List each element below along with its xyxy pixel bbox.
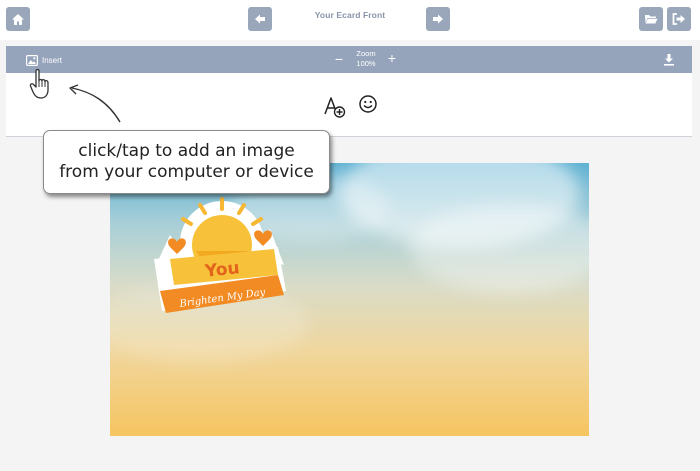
zoom-out-button[interactable]: − <box>332 52 346 66</box>
image-icon <box>26 54 38 66</box>
add-text-icon <box>324 97 346 118</box>
pointer-arrow-icon <box>69 84 121 123</box>
next-side-button[interactable] <box>426 7 450 31</box>
zoom-readout: Zoom 100% <box>351 49 381 69</box>
add-text-button[interactable] <box>323 95 347 119</box>
insert-image-button[interactable]: Insert <box>26 53 62 67</box>
top-bar: Your Ecard Front <box>0 0 700 40</box>
insert-label: Insert <box>42 55 63 65</box>
home-icon <box>12 13 24 25</box>
smiley-icon <box>359 95 377 113</box>
open-button[interactable] <box>639 7 663 31</box>
ecard-canvas[interactable]: You Brighten My Day <box>110 163 589 436</box>
card-side-title: Your Ecard Front <box>314 10 386 20</box>
zoom-value: 100% <box>356 59 376 68</box>
tooltip-text: click/tap to add an image from your comp… <box>59 141 314 182</box>
arrow-left-icon <box>255 14 265 24</box>
sticker-you-brighten-my-day[interactable]: You Brighten My Day <box>150 195 290 327</box>
editor-toolbar: Insert − Zoom 100% + <box>6 46 692 73</box>
zoom-label: Zoom <box>356 49 376 58</box>
previous-side-button[interactable] <box>248 7 272 31</box>
hand-cursor-icon <box>29 68 49 99</box>
arrow-right-icon <box>433 14 443 24</box>
sticker-text-you: You <box>203 258 240 282</box>
add-emoji-button[interactable] <box>358 94 378 114</box>
download-button[interactable] <box>663 53 675 66</box>
download-icon <box>664 54 674 66</box>
exit-button[interactable] <box>667 7 691 31</box>
folder-open-icon <box>645 15 658 24</box>
sign-out-icon <box>672 13 685 25</box>
cloud-shape <box>410 203 589 293</box>
zoom-in-button[interactable]: + <box>385 51 399 65</box>
home-button[interactable] <box>6 7 30 31</box>
insert-tooltip: click/tap to add an image from your comp… <box>43 130 330 194</box>
